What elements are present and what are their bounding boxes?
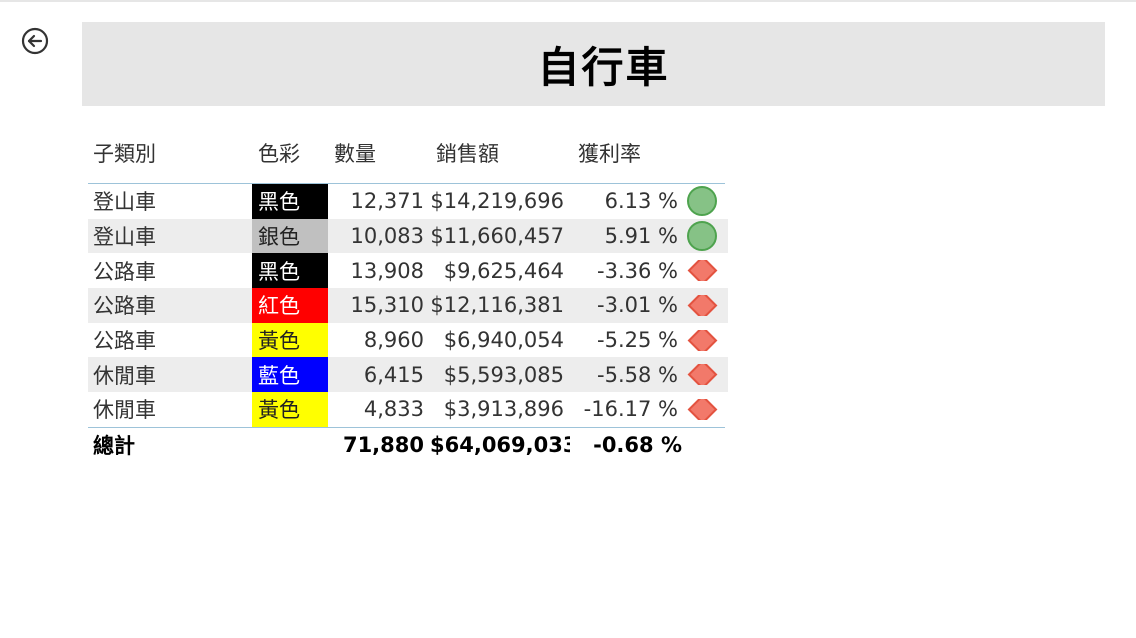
subcategory-cell: 登山車	[93, 190, 156, 215]
status-cell	[682, 398, 722, 420]
total-quantity: 71,880	[342, 432, 424, 457]
quantity-cell: 4,833	[363, 397, 424, 422]
sales-cell: $12,116,381	[430, 293, 564, 318]
color-cell: 紅色	[252, 288, 334, 323]
margin-cell: -16.17 %	[583, 397, 678, 422]
sales-cell: $9,625,464	[443, 258, 564, 283]
status-cell	[682, 329, 722, 351]
margin-cell: -5.58 %	[597, 362, 678, 387]
subcategory-cell: 公路車	[93, 294, 156, 319]
red-diamond-icon	[687, 260, 717, 282]
red-diamond-icon	[687, 398, 717, 420]
subcategory-cell: 公路車	[93, 259, 156, 284]
quantity-cell: 8,960	[363, 328, 424, 353]
sales-cell: $5,593,085	[443, 362, 564, 387]
color-cell: 藍色	[252, 357, 334, 393]
margin-cell: -3.36 %	[597, 258, 678, 283]
table-header-row: 子類別 色彩 數量 銷售額 獲利率	[88, 136, 728, 170]
color-cell: 黑色	[252, 184, 334, 219]
header-color[interactable]: 色彩	[252, 138, 334, 168]
status-cell	[682, 294, 722, 316]
header-sales[interactable]: 銷售額	[430, 138, 570, 168]
subcategory-cell: 休閒車	[93, 363, 156, 388]
quantity-cell: 6,415	[363, 362, 424, 387]
table-row[interactable]: 公路車 紅色 15,310 $12,116,381 -3.01 %	[88, 288, 728, 323]
page-title: 自行車	[537, 42, 670, 92]
red-diamond-icon	[687, 294, 717, 316]
total-label: 總計	[93, 433, 135, 458]
margin-cell: -3.01 %	[597, 293, 678, 318]
margin-cell: 6.13 %	[604, 189, 678, 214]
red-diamond-icon	[687, 329, 717, 351]
header-margin[interactable]: 獲利率	[570, 138, 682, 168]
sales-cell: $11,660,457	[430, 224, 564, 249]
color-swatch: 黑色	[252, 184, 328, 219]
back-button[interactable]	[20, 26, 50, 56]
table-row[interactable]: 登山車 銀色 10,083 $11,660,457 5.91 %	[88, 218, 728, 254]
table-row[interactable]: 登山車 黑色 12,371 $14,219,696 6.13 %	[88, 184, 728, 219]
color-swatch: 黃色	[252, 392, 328, 427]
status-cell	[682, 260, 722, 282]
color-cell: 黃色	[252, 392, 334, 427]
subcategory-cell: 休閒車	[93, 398, 156, 423]
sales-cell: $6,940,054	[443, 328, 564, 353]
quantity-cell: 10,083	[350, 224, 424, 249]
total-margin: -0.68 %	[593, 432, 682, 457]
color-swatch: 黑色	[252, 253, 328, 289]
subcategory-cell: 公路車	[93, 329, 156, 354]
table-row[interactable]: 公路車 黑色 13,908 $9,625,464 -3.36 %	[88, 253, 728, 289]
subcategory-cell: 登山車	[93, 225, 156, 250]
color-swatch: 銀色	[252, 218, 328, 254]
table-row[interactable]: 休閒車 黃色 4,833 $3,913,896 -16.17 %	[88, 392, 728, 427]
total-sales: $64,069,033	[430, 432, 570, 457]
margin-cell: 5.91 %	[604, 224, 678, 249]
red-diamond-icon	[687, 364, 717, 386]
sales-table: 子類別 色彩 數量 銷售額 獲利率 登山車 黑色 12,371 $14,219,696…	[88, 136, 728, 462]
green-circle-icon	[687, 186, 717, 217]
quantity-cell: 13,908	[350, 258, 424, 283]
sales-cell: $3,913,896	[443, 397, 564, 422]
color-swatch: 黃色	[252, 322, 328, 358]
top-divider	[0, 0, 1136, 2]
table-row[interactable]: 公路車 黃色 8,960 $6,940,054 -5.25 %	[88, 322, 728, 358]
status-cell	[682, 186, 722, 217]
status-cell	[682, 221, 722, 252]
green-circle-icon	[687, 221, 717, 252]
sales-cell: $14,219,696	[430, 189, 564, 214]
table-row[interactable]: 休閒車 藍色 6,415 $5,593,085 -5.58 %	[88, 357, 728, 393]
color-swatch: 紅色	[252, 288, 328, 323]
color-swatch: 藍色	[252, 357, 328, 393]
quantity-cell: 15,310	[350, 293, 424, 318]
back-arrow-circle-icon	[21, 27, 49, 55]
header-subcategory[interactable]: 子類別	[88, 138, 252, 168]
color-cell: 黃色	[252, 322, 334, 358]
title-bar: 自行車	[82, 22, 1105, 106]
table-body: 登山車 黑色 12,371 $14,219,696 6.13 % 登山車 銀色 10,083 $…	[88, 184, 728, 427]
color-cell: 銀色	[252, 218, 334, 254]
total-row: 總計 71,880 $64,069,033 -0.68 %	[88, 428, 728, 462]
quantity-cell: 12,371	[350, 189, 424, 214]
status-cell	[682, 364, 722, 386]
color-cell: 黑色	[252, 253, 334, 289]
header-quantity[interactable]: 數量	[334, 138, 430, 168]
margin-cell: -5.25 %	[597, 328, 678, 353]
